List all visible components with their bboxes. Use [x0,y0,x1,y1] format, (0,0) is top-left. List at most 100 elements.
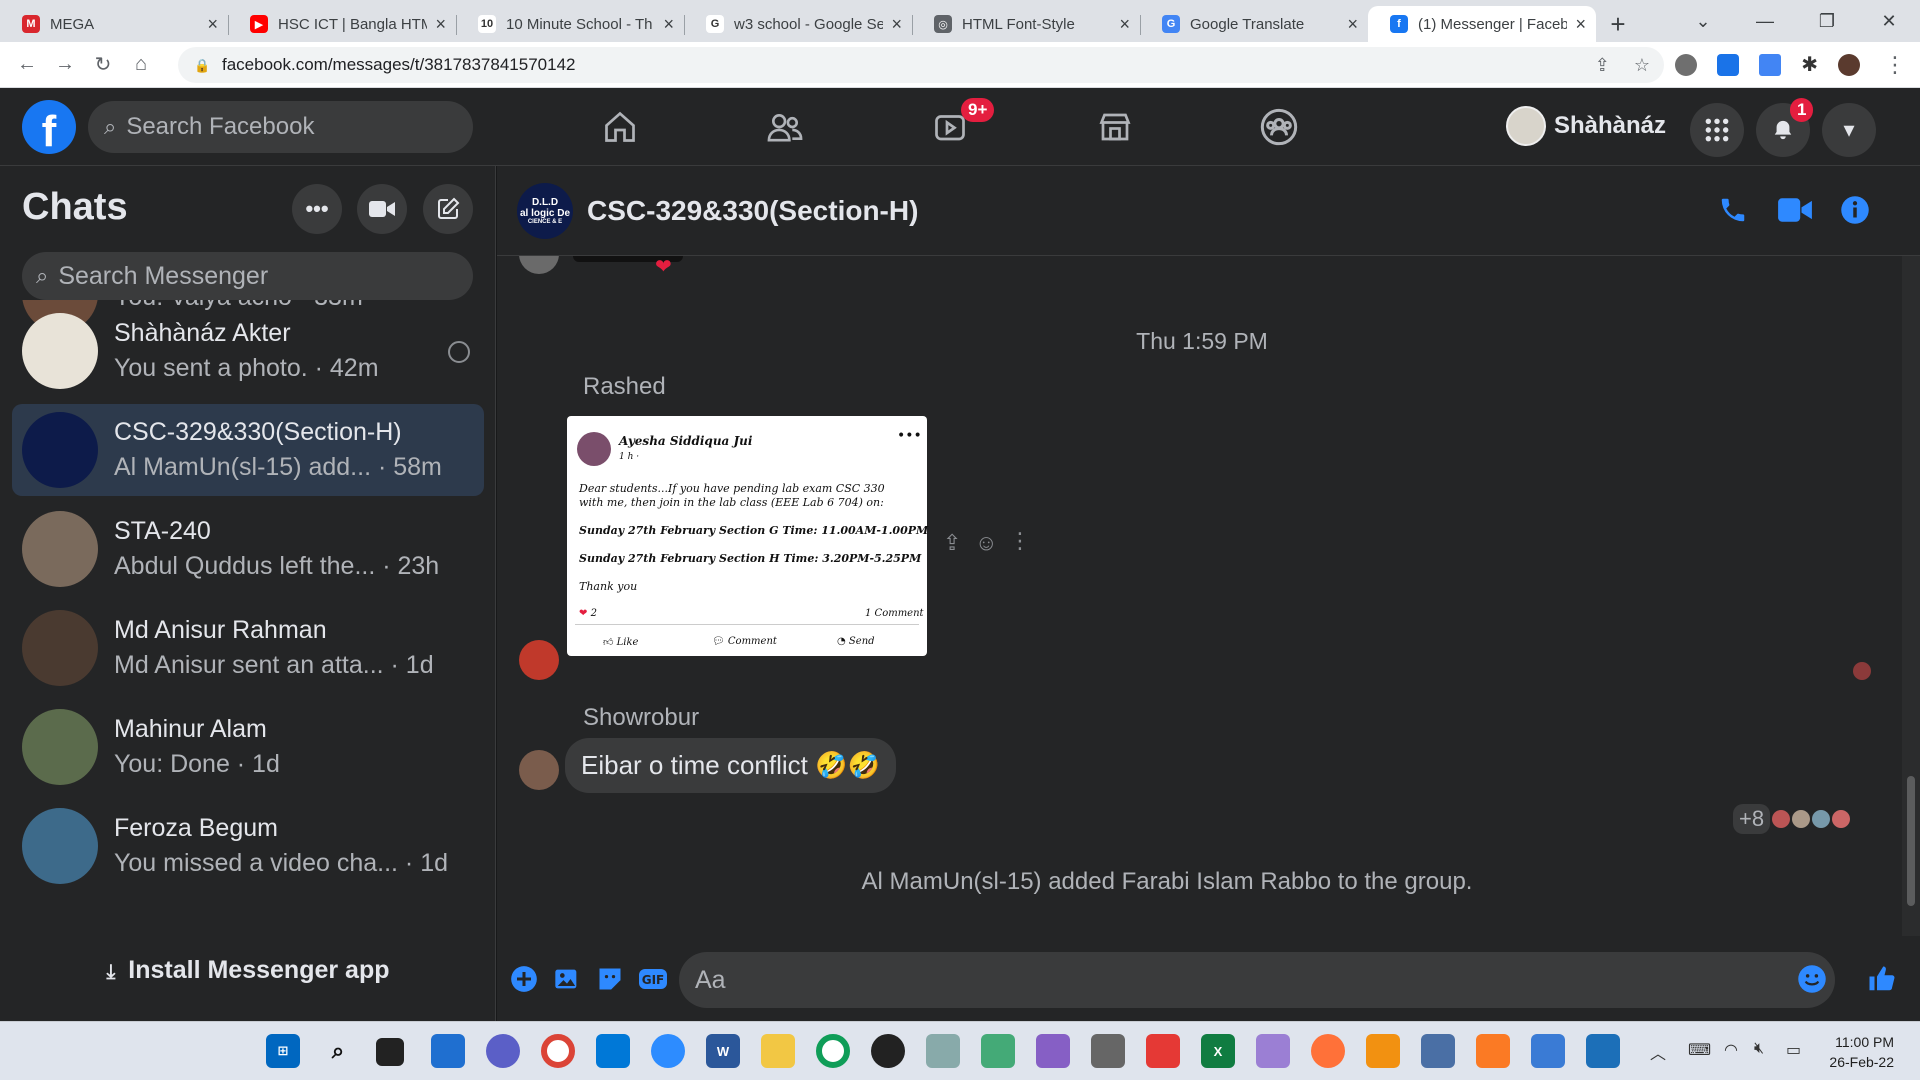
chat-teams-icon[interactable] [486,1034,520,1068]
conversation-title[interactable]: CSC-329&330(Section-H) [587,195,918,227]
friends-nav-icon[interactable] [760,102,810,152]
messenger-search-input[interactable]: ⌕ Search Messenger [22,252,473,300]
chat-list-item[interactable]: Shàhànáz Akter You sent a photo. · 42m [12,305,484,397]
browser-tab[interactable]: ▶ HSC ICT | Bangla HTM × [228,6,456,42]
volume-muted-icon[interactable]: 🔇︎ [1754,1040,1764,1058]
close-tab-icon[interactable]: × [1119,14,1130,35]
shared-photo[interactable]: Ayesha Siddiqua Jui 1 h · ••• Dear stude… [567,416,928,656]
tray-chevron-up-icon[interactable]: ︿ [1650,1040,1666,1064]
firefox-icon[interactable] [1311,1034,1345,1068]
zoom-icon[interactable] [651,1034,685,1068]
more-options-icon[interactable]: ⋮ [1009,528,1031,554]
search-icon[interactable]: ⌕ [321,1034,355,1068]
install-messenger-app-link[interactable]: ⤓ Install Messenger app [0,956,495,985]
home-nav-icon[interactable] [595,102,645,152]
start-windows-icon[interactable]: ⊞ [266,1034,300,1068]
chat-list-item[interactable]: Mahinur Alam You: Done · 1d [12,701,484,793]
more-actions-plus-icon[interactable] [509,964,539,994]
notifications-bell-icon[interactable]: 1 [1756,98,1814,157]
browser-menu-icon[interactable]: ⋮ [1884,52,1906,78]
profile-shortcut[interactable]: Shàhànáz [1506,106,1666,146]
browser-tab[interactable]: Gw3 school - Google Se × [684,6,912,42]
photos-icon[interactable] [1586,1034,1620,1068]
word-icon[interactable]: W [706,1034,740,1068]
vscode-icon[interactable] [596,1034,630,1068]
emoji-picker-icon[interactable] [1797,964,1827,1001]
chat-options-button[interactable]: ••• [292,184,342,234]
excel-icon[interactable]: X [1201,1034,1235,1068]
sublime-text-icon[interactable] [1366,1034,1400,1068]
close-tab-icon[interactable]: × [1347,14,1358,35]
chat-list-item[interactable]: STA-240 Abdul Quddus left the... · 23h [12,503,484,595]
task-view-icon[interactable] [376,1038,404,1066]
audio-call-icon[interactable] [1713,190,1753,230]
close-tab-icon[interactable]: × [663,14,674,35]
home-icon[interactable]: ⌂ [122,53,160,76]
widgets-icon[interactable] [431,1034,465,1068]
scrollbar-thumb[interactable] [1907,776,1915,906]
pen-app-icon[interactable] [1256,1034,1290,1068]
translate-extension-icon[interactable] [1759,53,1782,76]
puzzle-icon[interactable]: ✱ [1801,52,1818,77]
close-tab-icon[interactable]: × [435,14,446,35]
browser-tab[interactable]: ◎ HTML Font-Style × [912,6,1140,42]
message-scrollbar[interactable] [1902,256,1920,936]
share-icon[interactable]: ⇪ [1595,55,1610,76]
bookmark-star-icon[interactable]: ☆ [1634,55,1650,76]
snipping-tool-icon[interactable] [926,1034,960,1068]
menu-grid-icon[interactable] [1690,103,1744,157]
facebook-search-input[interactable]: ⌕ Search Facebook [88,101,473,153]
browser-tab[interactable]: 10 10 Minute School - Th × [456,6,684,42]
restore-button[interactable]: ❐ [1796,11,1858,32]
close-window-button[interactable]: ✕ [1858,11,1920,32]
extension-icon[interactable] [1675,53,1698,76]
wifi-icon[interactable]: ◠ [1724,1040,1738,1060]
share-icon[interactable]: ⇪ [943,530,961,556]
new-room-button[interactable] [357,184,407,234]
lock-icon[interactable]: 🔒 [194,58,210,73]
sticker-icon[interactable] [595,964,625,994]
thumbs-up-send-icon[interactable] [1867,964,1897,994]
group-avatar[interactable]: D.L.D al logic De CIENCE & E [517,182,573,239]
obs-icon[interactable] [871,1034,905,1068]
account-chevron-down-icon[interactable]: ▾ [1822,103,1876,157]
chat-list-item[interactable]: Md Anisur Rahman Md Anisur sent an atta..… [12,602,484,694]
close-tab-icon[interactable]: × [207,14,218,35]
forward-icon[interactable]: → [46,53,84,76]
calculator-icon[interactable] [1091,1034,1125,1068]
browser-tab[interactable]: f (1) Messenger | Faceb × [1368,6,1596,42]
chrome-icon[interactable] [816,1034,850,1068]
close-tab-icon[interactable]: × [1575,14,1586,35]
notepad-icon[interactable] [1531,1034,1565,1068]
browser-tab[interactable]: G Google Translate × [1140,6,1368,42]
reload-icon[interactable]: ↻ [84,52,122,77]
video-call-icon[interactable] [1775,190,1815,230]
battery-icon[interactable]: ▭ [1786,1040,1801,1060]
minimize-button[interactable]: — [1734,11,1796,32]
xampp-icon[interactable] [1476,1034,1510,1068]
app-icon[interactable] [981,1034,1015,1068]
profile-avatar-icon[interactable] [1838,53,1860,76]
anydesk-icon[interactable] [1146,1034,1180,1068]
attach-photo-icon[interactable] [552,964,582,994]
chat-list-item-selected[interactable]: CSC-329&330(Section-H) Al MamUn(sl-15) ad… [12,404,484,496]
keyboard-icon[interactable]: ⌨ [1688,1040,1711,1060]
conversation-info-icon[interactable] [1835,190,1875,230]
gif-icon[interactable]: GIF [638,964,668,994]
chat-list-item[interactable]: Feroza Begum You missed a video cha... · … [12,800,484,892]
close-tab-icon[interactable]: × [891,14,902,35]
message-bubble[interactable]: Eibar o time conflict 🤣🤣 [565,738,896,793]
extension-icon[interactable] [1717,53,1740,76]
browser-tab[interactable]: M MEGA × [0,6,228,42]
message-input[interactable]: Aa [679,952,1835,1008]
marketplace-nav-icon[interactable] [1090,102,1140,152]
back-icon[interactable]: ← [8,53,46,76]
tab-search-icon[interactable]: ⌄ [1672,11,1734,32]
new-tab-button[interactable]: + [1596,6,1640,42]
chrome-icon[interactable] [541,1034,575,1068]
file-explorer-icon[interactable] [761,1034,795,1068]
app-icon[interactable] [1421,1034,1455,1068]
groups-nav-icon[interactable] [1254,102,1304,152]
react-emoji-icon[interactable]: ☺ [975,530,997,556]
url-field[interactable]: 🔒 facebook.com/messages/t/38178378415701… [178,47,1664,83]
